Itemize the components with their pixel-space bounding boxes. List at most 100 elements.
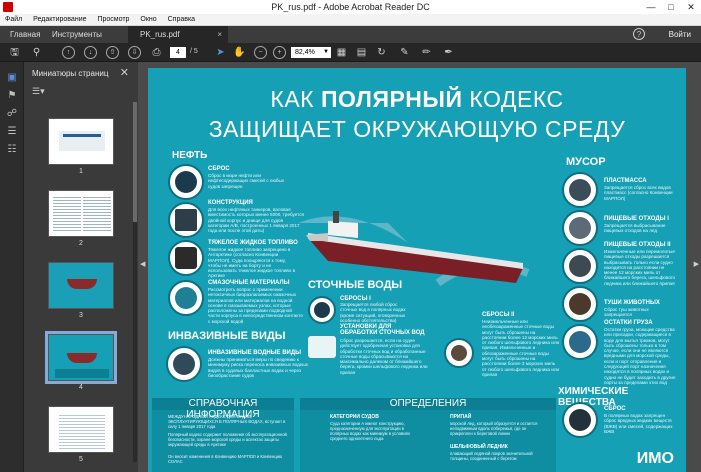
sewage-heading: СТОЧНЫЕ ВОДЫ: [308, 279, 403, 291]
thumbnail-number: 2: [79, 240, 83, 247]
document-area[interactable]: ◀ ▶ КАК ПОЛЯРНЫЙ КОДЕКС ЗАЩИЩАЕТ ОКРУЖАЮ…: [138, 62, 701, 472]
panel-options-icon[interactable]: ☰▾: [32, 86, 45, 97]
last-page-icon[interactable]: ⇩: [128, 46, 141, 59]
tanker-ship-illustration: [298, 211, 530, 287]
tab-home[interactable]: Главная: [10, 26, 40, 43]
garbage-item-title: ТУШИ ЖИВОТНЫХ: [604, 300, 660, 306]
menu-window[interactable]: Окно: [135, 14, 160, 23]
comment-icon[interactable]: ✎: [398, 46, 411, 59]
oil-item-text: Для всех нефтяных танкеров, валовая вмес…: [208, 207, 304, 234]
definition-text: плавающий ледяной покров значительной то…: [450, 451, 533, 461]
select-cursor-icon[interactable]: ➤: [214, 46, 227, 59]
panel-title: Миниатюры страниц: [32, 69, 109, 78]
garbage-item-text: Запрещается сброс всех видов пластмасс (…: [604, 185, 673, 201]
definitions-panel: ОПРЕДЕЛЕНИЯ КАТЕГОРИИ СУДОВ Суда категор…: [300, 398, 556, 472]
oil-item-title: СБРОС: [208, 166, 230, 172]
tab-document[interactable]: PK_rus.pdf ×: [128, 26, 228, 43]
collapse-panel-icon[interactable]: ◀: [140, 260, 145, 268]
rotate-icon[interactable]: ↻: [375, 46, 388, 59]
panel-scrollbar[interactable]: [133, 102, 137, 462]
chemicals-icon: [562, 402, 598, 438]
first-page-icon[interactable]: ⇧: [106, 46, 119, 59]
zoom-in-icon[interactable]: +: [273, 46, 286, 59]
oil-discharge-icon: [168, 164, 204, 200]
sewage-treatment-text: Сброс разрешается, если на судне действу…: [340, 338, 428, 375]
sewage-discharge-icon: [308, 296, 336, 324]
thumbnails-icon[interactable]: ▣: [6, 72, 18, 84]
panel-close-icon[interactable]: ✕: [120, 66, 129, 79]
food-waste-icon: [562, 248, 598, 284]
thumbnail-image: [48, 190, 114, 237]
left-rail: ▣ ⚑ ☍ ☰ ☷: [0, 62, 24, 472]
reference-heading: СПРАВОЧНАЯ ИНФОРМАЦИЯ: [152, 398, 294, 420]
signin-button[interactable]: Войти: [669, 26, 691, 43]
zoom-out-icon[interactable]: −: [254, 46, 267, 59]
structure-icon[interactable]: ☷: [6, 144, 18, 156]
hand-tool-icon[interactable]: ✋: [233, 46, 246, 59]
highlight-icon[interactable]: ✏: [420, 46, 433, 59]
zoom-value: 82,4%: [295, 49, 315, 56]
tab-close-icon[interactable]: ×: [217, 26, 222, 43]
oil-heading: НЕФТЬ: [172, 150, 208, 161]
chemicals-item-text: В полярных водах запрещен сброс вредных …: [604, 413, 673, 434]
thumbnail-page-1[interactable]: 1: [48, 118, 114, 175]
thumbnail-page-5[interactable]: 5: [48, 406, 114, 463]
expand-pane-icon[interactable]: ▶: [694, 260, 699, 268]
lubricant-icon: [168, 280, 204, 316]
zoom-select[interactable]: 82,4% ▼: [291, 47, 331, 58]
menu-edit[interactable]: Редактирование: [28, 14, 90, 23]
thumbnail-number: 3: [79, 312, 83, 319]
chemicals-item-title: СБРОС: [604, 406, 626, 412]
tab-tools[interactable]: Инструменты: [52, 26, 102, 43]
page-number-input[interactable]: 4: [170, 47, 186, 58]
draw-icon[interactable]: ✒: [442, 46, 455, 59]
sewage-sludge-icon: [444, 338, 474, 368]
minimize-button[interactable]: —: [641, 0, 661, 14]
cargo-residue-icon: [562, 324, 598, 360]
oil-item-text: Сброс в море нефти или нефтесодержащих с…: [208, 173, 285, 189]
next-page-icon[interactable]: ↓: [84, 46, 97, 59]
food-waste-ice-icon: [562, 210, 598, 246]
garbage-item-text: Остатки груза, моющие средства или приса…: [604, 327, 676, 385]
maximize-button[interactable]: □: [661, 0, 681, 14]
invasive-heading: ИНВАЗИВНЫЕ ВИДЫ: [168, 330, 286, 342]
garbage-item-title: ПЛАСТМАССА: [604, 178, 647, 184]
fit-page-icon[interactable]: ▦: [335, 46, 348, 59]
garbage-item-text: Запрещается выбрасывание пищевых отходов…: [604, 223, 666, 234]
thumbnail-page-3[interactable]: 3: [48, 262, 114, 319]
definition-title: ПРИПАЙ: [450, 414, 472, 420]
menu-help[interactable]: Справка: [163, 14, 199, 23]
animal-carcass-icon: [562, 286, 598, 322]
oil-item-title: СМАЗОЧНЫЕ МАТЕРИАЛЫ: [208, 280, 290, 286]
print-icon[interactable]: ⎙: [150, 46, 163, 59]
save-icon[interactable]: 🖫: [8, 46, 21, 59]
definition-text: Суда категории А имеют конструкцию, пред…: [330, 421, 410, 441]
thumbnail-number: 5: [79, 456, 83, 463]
menu-view[interactable]: Просмотр: [92, 14, 133, 23]
scroll-mode-icon[interactable]: ▤: [355, 46, 368, 59]
page-title-line2: ЗАЩИЩАЕТ ОКРУЖАЮЩУЮ СРЕДУ: [208, 116, 626, 142]
definitions-heading: ОПРЕДЕЛЕНИЯ: [300, 398, 556, 410]
reference-text: МЕЖДУНАРОДНЫЙ КОДЕКС ДЛЯ СУДОВ, ЭКСПЛУАТ…: [168, 414, 286, 429]
attachment-icon[interactable]: ☍: [6, 108, 18, 120]
scrollbar-thumb[interactable]: [133, 102, 137, 222]
garbage-item-title: ОСТАТКИ ГРУЗА: [604, 320, 653, 326]
thumbnails-panel: Миниатюры страниц ✕ ☰▾ 1 2 3 4 5: [24, 62, 138, 472]
prev-page-icon[interactable]: ↑: [62, 46, 75, 59]
reference-text: Он вносит изменения в Конвенцию МАРПОЛ и…: [168, 454, 283, 464]
close-button[interactable]: ✕: [681, 0, 701, 14]
menu-bar: Файл Редактирование Просмотр Окно Справк…: [0, 14, 701, 26]
page-title-line1: КАК ПОЛЯРНЫЙ КОДЕКС: [270, 86, 564, 112]
bookmark-icon[interactable]: ⚑: [6, 90, 18, 102]
help-icon[interactable]: ?: [633, 28, 645, 40]
menu-file[interactable]: Файл: [0, 14, 26, 23]
title-bar: PK_rus.pdf - Adobe Acrobat Reader DC — □…: [0, 0, 701, 14]
thumbnail-page-2[interactable]: 2: [48, 190, 114, 247]
tab-document-label: PK_rus.pdf: [140, 30, 180, 39]
search-icon[interactable]: ⚲: [30, 46, 43, 59]
layers-icon[interactable]: ☰: [6, 126, 18, 138]
thumbnail-page-4[interactable]: 4: [45, 331, 117, 391]
invasive-item-title: ИНВАЗИВНЫЕ ВОДНЫЕ ВИДЫ: [208, 350, 302, 356]
definition-title: ШЕЛЬФОВЫЙ ЛЕДНИК: [450, 444, 508, 450]
garbage-heading: МУСОР: [566, 156, 606, 168]
